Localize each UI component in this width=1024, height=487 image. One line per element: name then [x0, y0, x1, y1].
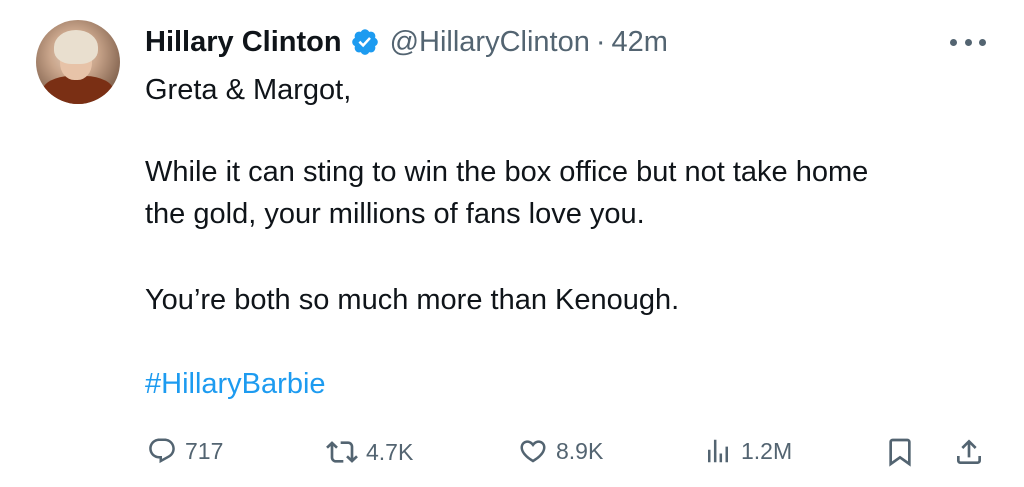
author-name[interactable]: Hillary Clinton	[145, 24, 342, 60]
tweet-header: Hillary Clinton @HillaryClinton · 42m	[145, 24, 668, 60]
reply-count: 717	[185, 438, 224, 464]
bookmark-icon	[889, 438, 911, 467]
tweet-text-line: You’re both so much more than Kenough.	[145, 284, 680, 316]
views-button[interactable]: 1.2M	[703, 436, 792, 466]
timestamp[interactable]: 42m	[612, 24, 668, 60]
repost-button[interactable]: 4.7K	[326, 436, 413, 468]
reply-icon	[149, 438, 175, 464]
views-count: 1.2M	[741, 438, 793, 464]
like-button[interactable]: 8.9K	[518, 436, 603, 466]
author-handle[interactable]: @HillaryClinton	[390, 24, 590, 60]
tweet-text-line: the gold, your millions of fans love you…	[145, 198, 645, 230]
reply-button[interactable]: 717	[147, 436, 223, 466]
repost-count: 4.7K	[366, 439, 414, 465]
share-icon	[957, 439, 981, 464]
tweet-actions: 717 4.7K 8.9K 1.2M	[0, 430, 1024, 480]
hashtag-link[interactable]: #HillaryBarbie	[145, 364, 326, 404]
like-count: 8.9K	[556, 438, 604, 464]
share-button[interactable]	[953, 436, 985, 468]
author-avatar[interactable]	[36, 20, 120, 104]
tweet-text-line: Greta & Margot,	[145, 74, 352, 106]
tweet-text-line: While it can sting to win the box office…	[145, 156, 869, 188]
separator-dot: ·	[595, 26, 606, 58]
verified-badge-icon	[351, 29, 378, 55]
repost-icon	[326, 441, 358, 463]
views-icon	[708, 439, 728, 463]
bookmark-button[interactable]	[884, 436, 916, 468]
more-options-icon[interactable]	[950, 30, 986, 54]
like-icon	[520, 440, 546, 463]
